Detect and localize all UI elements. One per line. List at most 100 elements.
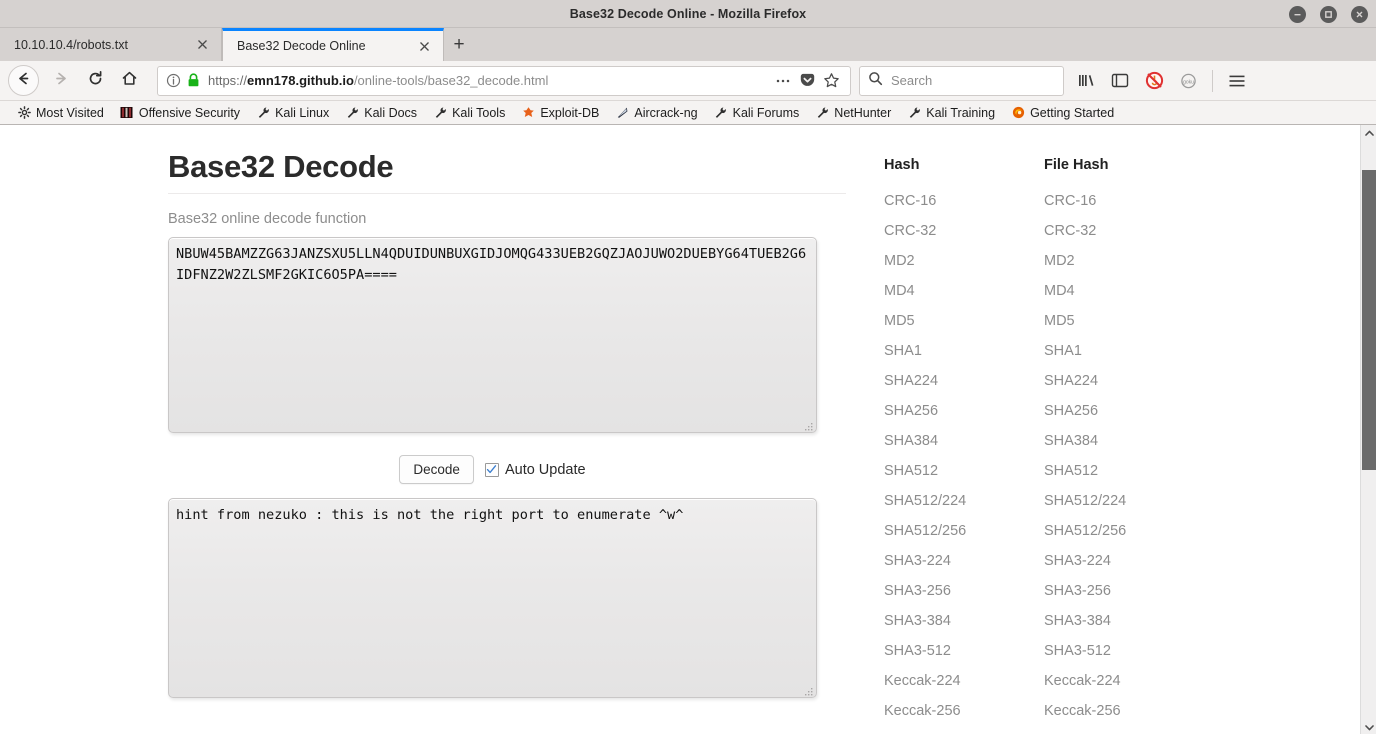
hash-link[interactable]: CRC-32 <box>884 216 1044 246</box>
web-page: Base32 Decode Base32 online decode funct… <box>0 125 1360 734</box>
file-hash-link[interactable]: SHA512/224 <box>1044 486 1244 516</box>
hash-link[interactable]: SHA384 <box>884 426 1044 456</box>
bookmark-label: Kali Tools <box>452 105 506 120</box>
url-path: /online-tools/base32_decode.html <box>353 73 549 88</box>
page-actions-icon[interactable] <box>772 70 794 92</box>
file-hash-link[interactable]: MD2 <box>1044 246 1244 276</box>
back-button[interactable] <box>8 65 39 96</box>
search-input[interactable]: Search <box>891 73 932 88</box>
bookmark-kali-forums[interactable]: Kali Forums <box>707 103 807 123</box>
bookmark-label: Offensive Security <box>138 105 241 120</box>
bookmark-label: Most Visited <box>36 105 104 120</box>
browser-viewport: Base32 Decode Base32 online decode funct… <box>0 125 1376 734</box>
search-bar[interactable]: Search <box>859 65 1064 96</box>
hash-link[interactable]: CRC-16 <box>884 186 1044 216</box>
hash-link[interactable]: SHA1 <box>884 336 1044 366</box>
hash-link[interactable]: SHA3-224 <box>884 546 1044 576</box>
input-textarea-wrapper: NBUW45BAMZZG63JANZSXU5LLN4QDUIDUNBUXGIDJ… <box>168 237 817 433</box>
hash-links-panel: Hash CRC-16 CRC-32 MD2 MD4 MD5 SHA1 SHA2… <box>884 125 1304 734</box>
file-hash-link[interactable]: SHA256 <box>1044 396 1244 426</box>
hash-link[interactable]: Keccak-384 <box>884 726 1044 734</box>
scrollbar-thumb[interactable] <box>1362 170 1376 470</box>
close-button[interactable] <box>1351 5 1368 23</box>
hash-link[interactable]: SHA512/256 <box>884 516 1044 546</box>
maximize-button[interactable] <box>1320 5 1337 23</box>
close-icon[interactable] <box>194 36 211 53</box>
base32-input-textarea[interactable]: NBUW45BAMZZG63JANZSXU5LLN4QDUIDUNBUXGIDJ… <box>168 237 817 433</box>
scroll-up-arrow-icon[interactable] <box>1361 125 1376 141</box>
hash-link[interactable]: SHA512 <box>884 456 1044 486</box>
hash-link[interactable]: MD2 <box>884 246 1044 276</box>
lock-icon[interactable] <box>187 73 200 88</box>
sidebar-icon[interactable] <box>1106 67 1134 95</box>
page-info-icon[interactable] <box>166 73 181 88</box>
bookmark-kali-training[interactable]: Kali Training <box>900 103 1002 123</box>
bookmark-kali-docs[interactable]: Kali Docs <box>338 103 424 123</box>
file-hash-link[interactable]: Keccak-256 <box>1044 696 1244 726</box>
hash-link[interactable]: Keccak-224 <box>884 666 1044 696</box>
hash-link[interactable]: MD5 <box>884 306 1044 336</box>
file-hash-link[interactable]: SHA3-256 <box>1044 576 1244 606</box>
file-hash-link[interactable]: MD4 <box>1044 276 1244 306</box>
tab-base32-decode-online[interactable]: Base32 Decode Online <box>222 28 444 61</box>
bookmark-kali-tools[interactable]: Kali Tools <box>426 103 512 123</box>
hash-link[interactable]: SHA224 <box>884 366 1044 396</box>
file-hash-link[interactable]: MD5 <box>1044 306 1244 336</box>
pocket-icon[interactable] <box>796 70 818 92</box>
extension-icon[interactable]: goku <box>1174 67 1202 95</box>
wrench-icon <box>256 106 270 120</box>
file-hash-link[interactable]: SHA384 <box>1044 426 1244 456</box>
toolbar-icons: goku <box>1072 67 1251 95</box>
tab-robots-txt[interactable]: 10.10.10.4/robots.txt <box>0 28 222 61</box>
file-hash-link[interactable]: Keccak-384 <box>1044 726 1244 734</box>
bookmark-most-visited[interactable]: Most Visited <box>10 103 111 123</box>
wrench-icon <box>714 106 728 120</box>
page-scrollbar[interactable] <box>1360 125 1376 734</box>
hash-link[interactable]: Keccak-256 <box>884 696 1044 726</box>
bookmark-getting-started[interactable]: Getting Started <box>1004 103 1121 123</box>
hash-link[interactable]: SHA512/224 <box>884 486 1044 516</box>
scroll-down-arrow-icon[interactable] <box>1361 719 1376 734</box>
library-icon[interactable] <box>1072 67 1100 95</box>
hash-link[interactable]: SHA3-512 <box>884 636 1044 666</box>
bookmark-nethunter[interactable]: NetHunter <box>808 103 898 123</box>
noscript-icon[interactable] <box>1140 67 1168 95</box>
hash-link[interactable]: MD4 <box>884 276 1044 306</box>
file-hash-link[interactable]: CRC-16 <box>1044 186 1244 216</box>
page-title: Base32 Decode <box>168 149 394 184</box>
file-hash-link[interactable]: Keccak-224 <box>1044 666 1244 696</box>
forward-button[interactable] <box>45 65 77 97</box>
reload-button[interactable] <box>79 65 111 97</box>
gear-icon <box>17 106 31 120</box>
file-hash-link[interactable]: SHA3-384 <box>1044 606 1244 636</box>
bookmark-aircrack-ng[interactable]: Aircrack-ng <box>608 103 704 123</box>
bookmark-star-icon[interactable] <box>820 70 842 92</box>
file-hash-link[interactable]: SHA512 <box>1044 456 1244 486</box>
home-button[interactable] <box>113 65 145 97</box>
file-hash-link[interactable]: SHA3-512 <box>1044 636 1244 666</box>
reload-icon <box>87 70 104 92</box>
bookmark-exploit-db[interactable]: Exploit-DB <box>514 103 606 123</box>
tab-label: 10.10.10.4/robots.txt <box>14 37 128 52</box>
url-bar[interactable]: https://emn178.github.io/online-tools/ba… <box>157 65 851 96</box>
wrench-icon <box>345 106 359 120</box>
file-hash-link[interactable]: SHA1 <box>1044 336 1244 366</box>
svg-text:goku: goku <box>1183 79 1194 85</box>
hash-link[interactable]: SHA3-384 <box>884 606 1044 636</box>
bookmark-kali-linux[interactable]: Kali Linux <box>249 103 336 123</box>
minimize-button[interactable] <box>1289 5 1306 23</box>
hamburger-menu-icon[interactable] <box>1223 67 1251 95</box>
decode-button[interactable]: Decode <box>399 455 474 484</box>
file-hash-link[interactable]: SHA224 <box>1044 366 1244 396</box>
auto-update-checkbox[interactable] <box>484 462 499 477</box>
file-hash-link[interactable]: SHA512/256 <box>1044 516 1244 546</box>
close-icon[interactable] <box>416 38 433 55</box>
hash-link[interactable]: SHA3-256 <box>884 576 1044 606</box>
new-tab-button[interactable]: + <box>444 28 474 61</box>
file-hash-link[interactable]: SHA3-224 <box>1044 546 1244 576</box>
bookmark-offensive-security[interactable]: Offensive Security <box>113 103 247 123</box>
decoded-output-textarea[interactable]: hint from nezuko : this is not the right… <box>168 498 817 698</box>
hash-link[interactable]: SHA256 <box>884 396 1044 426</box>
auto-update-control[interactable]: Auto Update <box>484 462 586 478</box>
file-hash-link[interactable]: CRC-32 <box>1044 216 1244 246</box>
